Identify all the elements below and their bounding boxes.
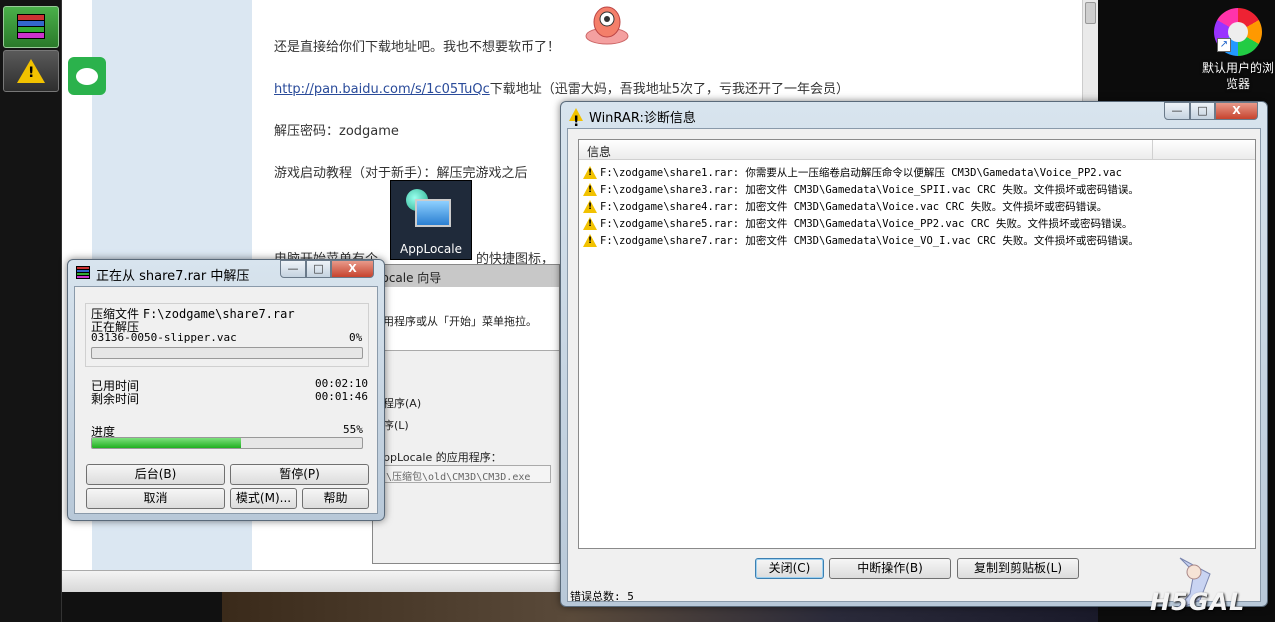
- current-file: 03136-0050-slipper.vac: [91, 331, 237, 344]
- list-item[interactable]: F:\zodgame\share4.rar: 加密文件 CM3D\Gamedat…: [583, 198, 1107, 215]
- warning-icon: [583, 200, 597, 213]
- diagnostic-list[interactable]: 信息 F:\zodgame\share1.rar: 你需要从上一压缩卷启动解压命…: [578, 139, 1256, 549]
- archive-path: F:\zodgame\share7.rar: [142, 307, 295, 321]
- wizard-titlebar: Locale 向导: [373, 265, 559, 287]
- monster-emoji-icon: [585, 6, 629, 45]
- cancel-button[interactable]: 取消: [86, 488, 225, 509]
- warning-icon: [583, 234, 597, 247]
- mode-button[interactable]: 模式(M)...: [230, 488, 297, 509]
- post-line-1: 还是直接给你们下载地址吧。我也不想要软币了！: [274, 40, 561, 55]
- list-header: 信息: [579, 140, 1255, 160]
- close-button[interactable]: X: [331, 260, 374, 278]
- wizard-instruction: 用程序或从「开始」菜单拖拉。: [383, 315, 537, 328]
- scrollbar-thumb[interactable]: [1085, 2, 1096, 24]
- extract-titlebar[interactable]: 正在从 share7.rar 中解压 — □ X: [68, 260, 384, 286]
- total-progress-bar: [91, 437, 363, 449]
- taskbar: [0, 0, 62, 622]
- close-button[interactable]: X: [1215, 102, 1258, 120]
- diagnostic-client: 信息 F:\zodgame\share1.rar: 你需要从上一压缩卷启动解压命…: [567, 128, 1261, 603]
- password-line: 解压密码：zodgame: [274, 124, 399, 139]
- applocale-wizard-window: Locale 向导 用程序或从「开始」菜单拖拉。 程序(A) 序(L) ppLo…: [372, 264, 560, 564]
- monitor-icon: [415, 199, 451, 227]
- warning-icon: [17, 59, 45, 83]
- warning-icon: [569, 108, 583, 130]
- tutorial-line: 游戏启动教程（对于新手）：解压完游戏之后: [274, 166, 528, 181]
- remaining-label: 剩余时间: [91, 392, 140, 406]
- download-line: http://pan.baidu.com/s/1c05TuQc下载地址（迅雷大妈…: [274, 78, 849, 97]
- watermark-text: H5GAL: [1150, 588, 1246, 616]
- wechat-icon[interactable]: [68, 57, 106, 95]
- winrar-icon: [17, 14, 45, 40]
- list-item[interactable]: F:\zodgame\share5.rar: 加密文件 CM3D\Gamedat…: [583, 215, 1133, 232]
- help-button[interactable]: 帮助: [302, 488, 369, 509]
- applocale-screenshot: AppLocale: [390, 180, 472, 260]
- taskbar-winrar-button[interactable]: [3, 6, 59, 48]
- list-item[interactable]: F:\zodgame\share7.rar: 加密文件 CM3D\Gamedat…: [583, 232, 1139, 249]
- minimize-button[interactable]: —: [280, 260, 306, 278]
- maximize-button[interactable]: □: [1190, 102, 1215, 120]
- close-dialog-button[interactable]: 关闭(C): [755, 558, 824, 579]
- wizard-header-pane: 用程序或从「开始」菜单拖拉。: [373, 287, 559, 351]
- diagnostic-title: WinRAR:诊断信息: [589, 111, 696, 126]
- remaining-value: 00:01:46: [315, 390, 368, 403]
- wizard-path-input[interactable]: \压缩包\old\CM3D\CM3D.exe: [381, 465, 551, 483]
- maximize-button[interactable]: □: [306, 260, 331, 278]
- extract-dialog: 正在从 share7.rar 中解压 — □ X 压缩文件 F:\zodgame…: [67, 259, 385, 521]
- taskbar-warning-button[interactable]: [3, 50, 59, 92]
- list-item[interactable]: F:\zodgame\share3.rar: 加密文件 CM3D\Gamedat…: [583, 181, 1139, 198]
- download-link[interactable]: http://pan.baidu.com/s/1c05TuQc: [274, 82, 490, 97]
- background-button[interactable]: 后台(B): [86, 464, 225, 485]
- error-total: 错误总数: 5: [570, 590, 634, 603]
- applocale-label: AppLocale: [400, 242, 462, 256]
- abort-button[interactable]: 中断操作(B): [829, 558, 951, 579]
- extract-client: 压缩文件 F:\zodgame\share7.rar 正在解压 03136-00…: [74, 286, 378, 514]
- diagnostic-titlebar[interactable]: WinRAR:诊断信息 — □ X: [561, 102, 1267, 130]
- copy-to-clipboard-button[interactable]: 复制到剪贴板(L): [957, 558, 1079, 579]
- winrar-icon: [76, 266, 90, 280]
- warning-icon: [583, 217, 597, 230]
- warning-icon: [583, 166, 597, 179]
- minimize-button[interactable]: —: [1164, 102, 1190, 120]
- file-percent: 0%: [349, 331, 363, 344]
- warning-icon: [583, 183, 597, 196]
- file-progress-bar: [91, 347, 363, 359]
- wizard-app-label: ppLocale 的应用程序：: [383, 451, 502, 464]
- elapsed-value: 00:02:10: [315, 377, 368, 390]
- browser-shortcut-label[interactable]: 默认用户的浏览器: [1200, 60, 1275, 92]
- list-item[interactable]: F:\zodgame\share1.rar: 你需要从上一压缩卷启动解压命令以便…: [583, 164, 1122, 181]
- extract-title: 正在从 share7.rar 中解压: [96, 269, 250, 284]
- total-percent: 55%: [343, 423, 363, 436]
- column-header-info[interactable]: 信息: [587, 143, 611, 160]
- diagnostic-dialog: WinRAR:诊断信息 — □ X 信息 F:\zodgame\share1.r…: [560, 101, 1268, 607]
- download-note: 下载地址（迅雷大妈，吾我地址5次了，亏我还开了一年会员）: [489, 82, 849, 97]
- pause-button[interactable]: 暂停(P): [230, 464, 369, 485]
- wizard-option-l[interactable]: 序(L): [383, 417, 409, 433]
- shortcut-arrow-icon: ↗: [1217, 38, 1231, 52]
- wizard-option-a[interactable]: 程序(A): [383, 395, 421, 411]
